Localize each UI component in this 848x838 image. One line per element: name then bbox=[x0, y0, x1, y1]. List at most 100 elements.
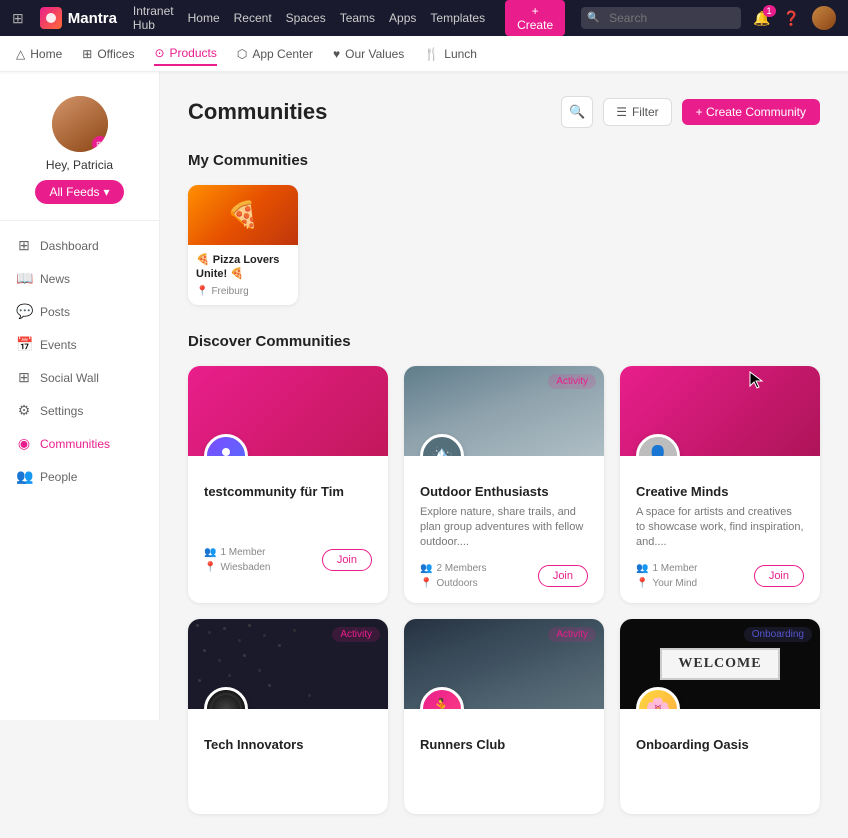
testcommunity-location: 📍 Wiesbaden bbox=[204, 562, 270, 573]
tech-badge: Activity bbox=[332, 627, 380, 642]
members-icon: 👥 bbox=[204, 547, 216, 558]
nav-link-templates[interactable]: Templates bbox=[430, 11, 485, 25]
page-actions: 🔍 ☰ Filter + Create Community bbox=[561, 96, 820, 128]
runners-badge: Activity bbox=[548, 627, 596, 642]
secnav-lunch[interactable]: 🍴 Lunch bbox=[424, 43, 477, 65]
community-card-runners[interactable]: Activity 🏃 Runners Club bbox=[404, 619, 604, 814]
secnav-home[interactable]: △ Home bbox=[16, 43, 62, 65]
nav-link-intranet[interactable]: Intranet Hub bbox=[133, 4, 174, 32]
feeds-chevron-icon: ▾ bbox=[104, 185, 110, 199]
notification-badge: 1 bbox=[763, 5, 776, 17]
my-communities-section: My Communities 🍕 🍕 Pizza Lovers Unite! 🍕… bbox=[188, 152, 820, 305]
pizza-community-body: 🍕 Pizza Lovers Unite! 🍕 📍 Freiburg bbox=[188, 245, 298, 305]
nav-link-home[interactable]: Home bbox=[188, 11, 220, 25]
settings-icon: ⚙ bbox=[16, 402, 32, 419]
pizza-community-image: 🍕 bbox=[188, 185, 298, 245]
community-card-testcommunity[interactable]: testcommunity für Tim 👥 1 Member 📍 bbox=[188, 366, 388, 603]
search-input[interactable] bbox=[581, 7, 741, 29]
testcommunity-members: 👥 1 Member bbox=[204, 547, 270, 558]
testcommunity-meta: 👥 1 Member 📍 Wiesbaden bbox=[204, 547, 270, 573]
filter-button[interactable]: ☰ Filter bbox=[603, 98, 671, 126]
outdoor-members: 👥 2 Members bbox=[420, 563, 486, 574]
help-button[interactable]: ❓ bbox=[783, 10, 800, 27]
community-card-creative[interactable]: 👤 Creative Minds A space for artists and… bbox=[620, 366, 820, 603]
sidebar-item-people[interactable]: 👥 People bbox=[0, 460, 159, 493]
creative-name: Creative Minds bbox=[636, 484, 804, 499]
onboarding-name: Onboarding Oasis bbox=[636, 737, 804, 752]
tech-header: Activity bbox=[188, 619, 388, 709]
events-icon: 📅 bbox=[16, 336, 32, 353]
creative-meta: 👥 1 Member 📍 Your Mind bbox=[636, 563, 697, 589]
nav-link-teams[interactable]: Teams bbox=[340, 11, 375, 25]
page-title: Communities bbox=[188, 99, 327, 125]
top-nav-right: 🔔 1 ❓ bbox=[581, 6, 836, 30]
sidebar-item-settings[interactable]: ⚙ Settings bbox=[0, 394, 159, 427]
my-communities-title: My Communities bbox=[188, 152, 820, 169]
secnav-app-center[interactable]: ⬡ App Center bbox=[237, 43, 313, 65]
create-community-button[interactable]: + Create Community bbox=[682, 99, 820, 125]
grid-menu-icon[interactable]: ⊞ bbox=[12, 10, 24, 27]
onboarding-body: Onboarding Oasis bbox=[620, 709, 820, 814]
sidebar-item-posts[interactable]: 💬 Posts bbox=[0, 295, 159, 328]
location-icon: 📍 bbox=[420, 578, 432, 589]
outdoor-badge: Activity bbox=[548, 374, 596, 389]
testcommunity-body: testcommunity für Tim 👥 1 Member 📍 bbox=[188, 456, 388, 587]
members-icon: 👥 bbox=[420, 563, 432, 574]
tech-desc bbox=[204, 758, 372, 788]
filter-icon: ☰ bbox=[616, 105, 627, 119]
outdoor-location: 📍 Outdoors bbox=[420, 578, 486, 589]
community-card-onboarding[interactable]: WELCOME Onboarding 🌸 Onboarding Oasis bbox=[620, 619, 820, 814]
nav-link-apps[interactable]: Apps bbox=[389, 11, 416, 25]
testcommunity-header bbox=[188, 366, 388, 456]
onboarding-desc bbox=[636, 758, 804, 788]
secnav-offices[interactable]: ⊞ Offices bbox=[82, 43, 134, 65]
community-card-tech[interactable]: Activity Tech Innovators bbox=[188, 619, 388, 814]
home-icon: △ bbox=[16, 47, 25, 61]
secondary-navigation: △ Home ⊞ Offices ⊙ Products ⬡ App Center… bbox=[0, 36, 848, 72]
logo-icon bbox=[40, 7, 62, 29]
nav-link-recent[interactable]: Recent bbox=[234, 11, 272, 25]
communities-icon: ◉ bbox=[16, 435, 32, 452]
my-community-card-pizza[interactable]: 🍕 🍕 Pizza Lovers Unite! 🍕 📍 Freiburg bbox=[188, 185, 298, 305]
search-communities-button[interactable]: 🔍 bbox=[561, 96, 593, 128]
onboarding-header: WELCOME Onboarding 🌸 bbox=[620, 619, 820, 709]
page-header: Communities 🔍 ☰ Filter + Create Communit… bbox=[188, 96, 820, 128]
sidebar-item-news[interactable]: 📖 News bbox=[0, 262, 159, 295]
sidebar-item-events[interactable]: 📅 Events bbox=[0, 328, 159, 361]
runners-name: Runners Club bbox=[420, 737, 588, 752]
notifications-button[interactable]: 🔔 1 bbox=[753, 10, 770, 27]
community-card-outdoor[interactable]: Activity 🏔️ Outdoor Enthusiasts Explore … bbox=[404, 366, 604, 603]
outdoor-header: Activity 🏔️ bbox=[404, 366, 604, 456]
sidebar: ⊞ Hey, Patricia All Feeds ▾ ⊞ Dashboard … bbox=[0, 72, 160, 720]
join-testcommunity-button[interactable]: Join bbox=[322, 549, 372, 571]
creative-location: 📍 Your Mind bbox=[636, 578, 697, 589]
top-navigation: ⊞ Mantra Intranet Hub Home Recent Spaces… bbox=[0, 0, 848, 36]
my-communities-list: 🍕 🍕 Pizza Lovers Unite! 🍕 📍 Freiburg bbox=[188, 185, 820, 305]
nav-link-spaces[interactable]: Spaces bbox=[286, 11, 326, 25]
onboarding-badge: Onboarding bbox=[744, 627, 812, 642]
join-outdoor-button[interactable]: Join bbox=[538, 565, 588, 587]
sidebar-item-communities[interactable]: ◉ Communities bbox=[0, 427, 159, 460]
main-content: Communities 🔍 ☰ Filter + Create Communit… bbox=[160, 72, 848, 838]
all-feeds-button[interactable]: All Feeds ▾ bbox=[35, 180, 123, 204]
secnav-our-values[interactable]: ♥ Our Values bbox=[333, 43, 404, 65]
offices-icon: ⊞ bbox=[82, 47, 92, 61]
top-nav-links: Intranet Hub Home Recent Spaces Teams Ap… bbox=[133, 4, 485, 32]
outdoor-avatar: 🏔️ bbox=[420, 434, 464, 456]
outdoor-footer: 👥 2 Members 📍 Outdoors Join bbox=[420, 563, 588, 589]
create-button[interactable]: + Create bbox=[505, 0, 565, 36]
runners-header: Activity 🏃 bbox=[404, 619, 604, 709]
people-icon: 👥 bbox=[16, 468, 32, 485]
testcommunity-name: testcommunity für Tim bbox=[204, 484, 372, 499]
secnav-products[interactable]: ⊙ Products bbox=[154, 42, 216, 66]
user-avatar-badge: ⊞ bbox=[92, 136, 108, 152]
sidebar-username: Hey, Patricia bbox=[16, 158, 143, 172]
creative-footer: 👥 1 Member 📍 Your Mind Join bbox=[636, 563, 804, 589]
page-layout: ⊞ Hey, Patricia All Feeds ▾ ⊞ Dashboard … bbox=[0, 72, 848, 838]
sidebar-user-section: ⊞ Hey, Patricia All Feeds ▾ bbox=[0, 88, 159, 221]
sidebar-item-dashboard[interactable]: ⊞ Dashboard bbox=[0, 229, 159, 262]
user-avatar-top[interactable] bbox=[812, 6, 836, 30]
outdoor-desc: Explore nature, share trails, and plan g… bbox=[420, 505, 588, 551]
join-creative-button[interactable]: Join bbox=[754, 565, 804, 587]
sidebar-item-social-wall[interactable]: ⊞ Social Wall bbox=[0, 361, 159, 394]
